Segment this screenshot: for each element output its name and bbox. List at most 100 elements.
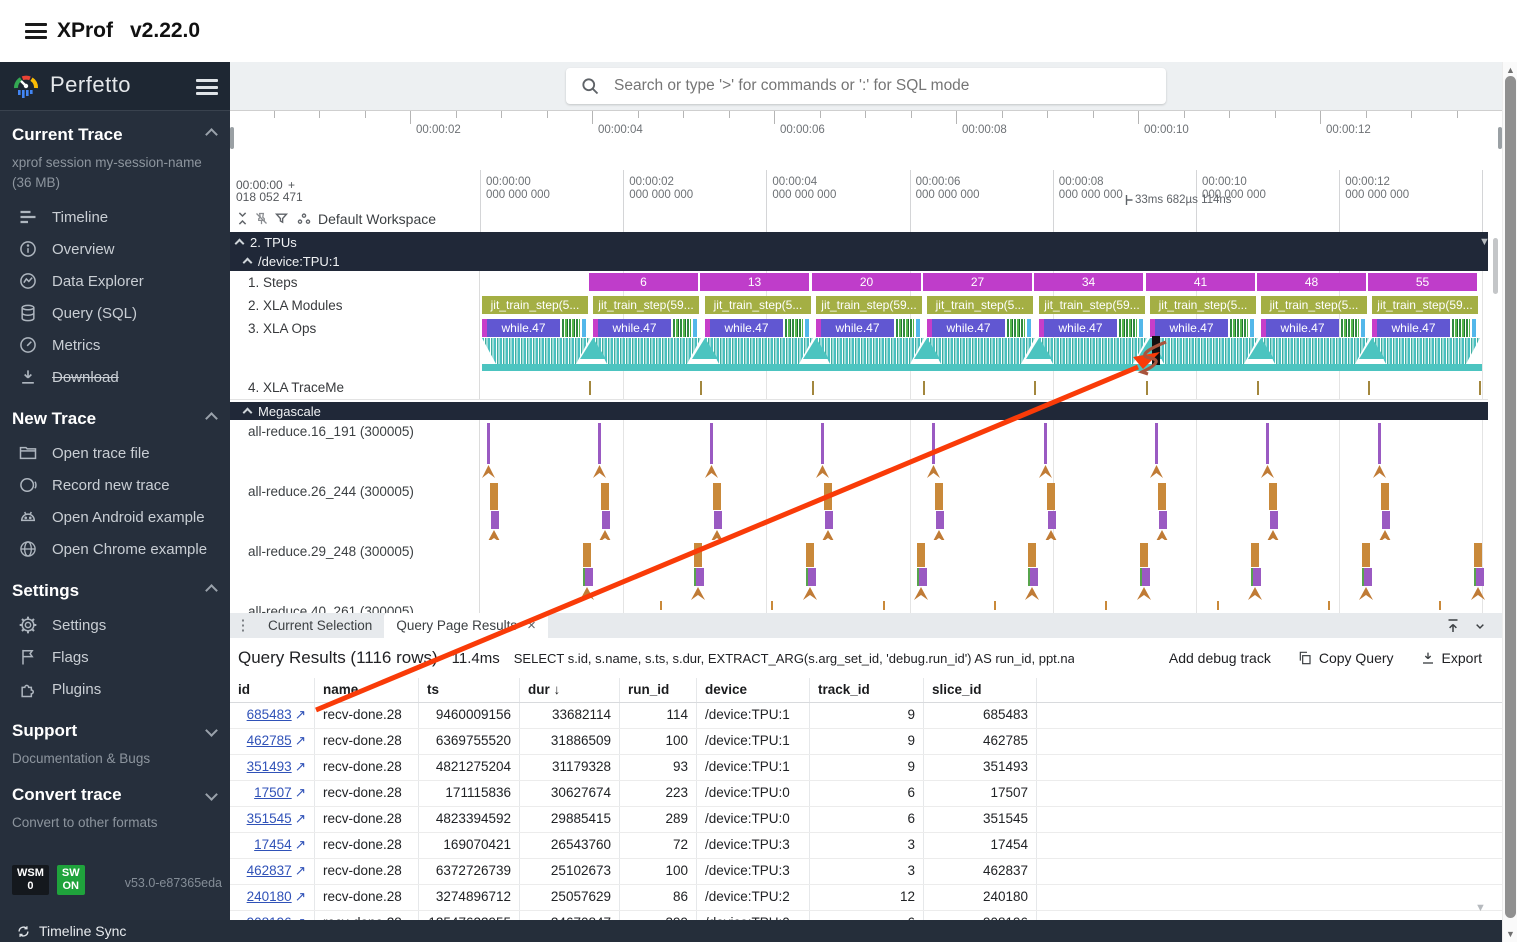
table-row[interactable]: 908196↗recv-done.28125476229552467084739… <box>230 911 1502 920</box>
column-header-slice_id[interactable]: slice_id <box>924 678 1037 702</box>
traceme-tick[interactable] <box>1257 381 1259 395</box>
external-link-icon[interactable]: ↗ <box>295 785 306 800</box>
external-link-icon[interactable]: ↗ <box>295 837 306 852</box>
op-slice-cluster[interactable] <box>562 319 580 337</box>
op-slice-small[interactable] <box>1472 319 1476 337</box>
section-title[interactable]: Current Trace <box>12 125 218 145</box>
while-slice[interactable]: while.47 <box>1377 319 1450 337</box>
column-header-name[interactable]: name <box>315 678 419 702</box>
xla-module-slice[interactable]: jit_train_step(5... <box>1150 296 1258 314</box>
sidebar-menu-icon[interactable] <box>196 79 218 95</box>
op-slice-cluster[interactable] <box>785 319 803 337</box>
column-header-device[interactable]: device <box>697 678 810 702</box>
xla-module-slice[interactable]: jit_train_step(59... <box>593 296 701 314</box>
table-row[interactable]: 462837↗recv-done.28637272673925102673100… <box>230 859 1502 885</box>
xla-module-slice[interactable]: jit_train_step(59... <box>1372 296 1480 314</box>
export-button[interactable]: Export <box>1420 650 1482 666</box>
while-slice[interactable]: while.47 <box>1155 319 1228 337</box>
slice-id-link[interactable]: 240180 <box>247 889 292 904</box>
external-link-icon[interactable]: ↗ <box>295 811 306 826</box>
status-label[interactable]: Timeline Sync <box>39 923 126 939</box>
while-slice[interactable]: while.47 <box>710 319 783 337</box>
group-header-tpus[interactable]: 2. TPUs <box>230 232 1494 252</box>
traceme-tick[interactable] <box>923 381 925 395</box>
xla-module-slice[interactable]: jit_train_step(59... <box>816 296 924 314</box>
sidebar-item-open-trace-file[interactable]: Open trace file <box>12 437 218 469</box>
column-header-track_id[interactable]: track_id <box>810 678 924 702</box>
workspace-name[interactable]: Default Workspace <box>318 211 436 227</box>
op-slice-cluster[interactable] <box>673 319 691 337</box>
scroll-down-icon[interactable]: ▼ <box>1503 929 1517 939</box>
scroll-up-icon[interactable]: ▲ <box>1503 65 1517 75</box>
table-row[interactable]: 17507↗recv-done.2817111583630627674223/d… <box>230 781 1502 807</box>
track-label[interactable]: all-reduce.16_191 (300005) <box>248 424 414 439</box>
sidebar-item-open-android-example[interactable]: Open Android example <box>12 501 218 533</box>
step-slice[interactable]: 55 <box>1368 273 1478 291</box>
ops-dense-area[interactable] <box>1150 338 1258 364</box>
traceme-tick[interactable] <box>1368 381 1370 395</box>
panel-chevron-down-icon[interactable] <box>1472 618 1488 634</box>
column-header-run_id[interactable]: run_id <box>620 678 697 702</box>
cell-id[interactable]: 17454↗ <box>230 833 315 858</box>
xla-module-slice[interactable]: jit_train_step(5... <box>1261 296 1369 314</box>
section-title[interactable]: Convert trace <box>12 785 218 805</box>
cell-id[interactable]: 908196↗ <box>230 911 315 920</box>
slice-id-link[interactable]: 351545 <box>247 811 292 826</box>
sidebar-item-record-new-trace[interactable]: Record new trace <box>12 469 218 501</box>
sidebar-item-metrics[interactable]: Metrics <box>12 329 218 361</box>
op-slice-small[interactable] <box>582 319 586 337</box>
xla-module-slice[interactable]: jit_train_step(59... <box>1039 296 1147 314</box>
timeline-scroll-thumb[interactable] <box>1493 238 1498 294</box>
traceme-tick[interactable] <box>1034 381 1036 395</box>
sidebar-item-download[interactable]: Download <box>12 361 218 393</box>
search-input[interactable] <box>612 76 1166 96</box>
step-slice[interactable]: 27 <box>923 273 1033 291</box>
op-slice-small[interactable] <box>1139 319 1143 337</box>
copy-query-button[interactable]: Copy Query <box>1297 650 1394 666</box>
search-box[interactable] <box>566 68 1166 104</box>
track-label[interactable]: 4. XLA TraceMe <box>230 376 480 399</box>
collapse-tracks-icon[interactable] <box>235 211 250 226</box>
tab-menu-icon[interactable]: ⋮ <box>230 613 256 638</box>
step-slice[interactable]: 20 <box>812 273 922 291</box>
unpin-icon[interactable] <box>254 211 269 226</box>
op-slice-small[interactable] <box>1250 319 1254 337</box>
ops-dense-area[interactable] <box>1039 338 1147 364</box>
step-slice[interactable]: 13 <box>700 273 810 291</box>
traceme-tick[interactable] <box>1479 381 1481 395</box>
add-debug-track-button[interactable]: Add debug track <box>1169 650 1271 666</box>
sidebar-item-data-explorer[interactable]: Data Explorer <box>12 265 218 297</box>
table-row[interactable]: 685483↗recv-done.28946000915633682114114… <box>230 703 1502 729</box>
track-label[interactable]: 3. XLA Ops <box>230 317 480 376</box>
table-row[interactable]: 240180↗recv-done.2832748967122505762986/… <box>230 885 1502 911</box>
op-slice-small[interactable] <box>1361 319 1365 337</box>
sidebar-item-overview[interactable]: Overview <box>12 233 218 265</box>
ops-dense-area[interactable] <box>705 338 813 364</box>
section-title[interactable]: New Trace <box>12 409 218 429</box>
step-slice[interactable]: 34 <box>1034 273 1144 291</box>
cell-id[interactable]: 685483↗ <box>230 703 315 728</box>
ops-dense-area[interactable] <box>927 338 1035 364</box>
tab-current-selection[interactable]: Current Selection <box>256 613 384 638</box>
dock-to-top-icon[interactable] <box>1444 617 1462 635</box>
track-label[interactable]: all-reduce.29_248 (300005) <box>248 544 414 559</box>
op-slice-cluster[interactable] <box>1230 319 1248 337</box>
step-slice[interactable]: 6 <box>589 273 699 291</box>
traceme-tick[interactable] <box>1146 381 1148 395</box>
sidebar-item-plugins[interactable]: Plugins <box>12 673 218 705</box>
op-slice-cluster[interactable] <box>1452 319 1470 337</box>
slice-id-link[interactable]: 462785 <box>247 733 292 748</box>
ops-dense-area[interactable] <box>1261 338 1369 364</box>
section-title[interactable]: Support <box>12 721 218 741</box>
op-slice-small[interactable] <box>693 319 697 337</box>
close-icon[interactable]: × <box>527 617 536 634</box>
op-slice-small[interactable] <box>916 319 920 337</box>
while-slice[interactable]: while.47 <box>932 319 1005 337</box>
column-header-id[interactable]: id <box>230 678 315 702</box>
step-slice[interactable]: 48 <box>1257 273 1367 291</box>
column-header-dur[interactable]: dur ↓ <box>520 678 620 702</box>
slice-id-link[interactable]: 462837 <box>247 863 292 878</box>
while-slice[interactable]: while.47 <box>1266 319 1339 337</box>
page-scroll-thumb[interactable] <box>1505 76 1516 918</box>
table-row[interactable]: 351545↗recv-done.28482339459229885415289… <box>230 807 1502 833</box>
